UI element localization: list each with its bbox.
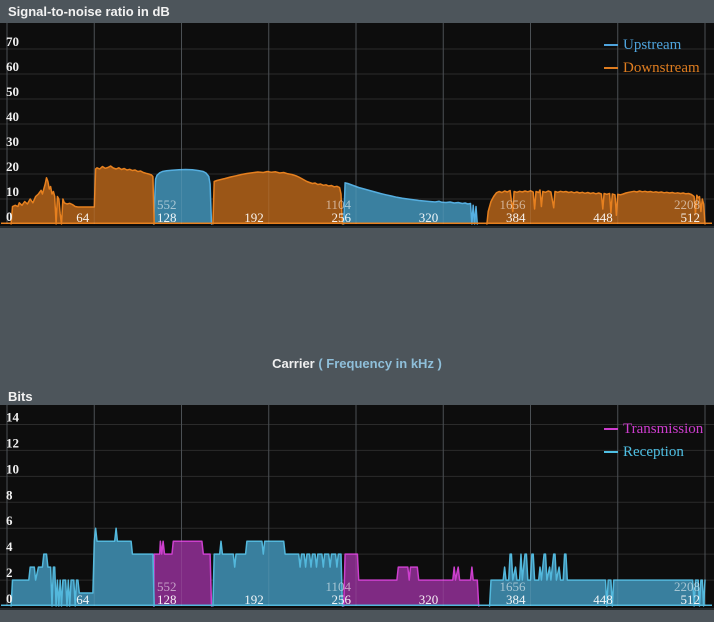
svg-text:8: 8: [6, 487, 13, 502]
svg-text:512: 512: [681, 592, 701, 607]
svg-text:320: 320: [419, 592, 439, 607]
svg-text:448: 448: [593, 592, 613, 607]
svg-text:70: 70: [6, 34, 19, 49]
svg-text:14: 14: [6, 409, 20, 424]
svg-text:20: 20: [6, 159, 19, 174]
caption-frequency-units: ( Frequency in kHz ): [318, 356, 442, 371]
svg-text:320: 320: [419, 210, 439, 225]
dsl-spectrum-page: Signal-to-noise ratio in dB 64 552 128 192 1…: [0, 0, 714, 622]
bits-chart-title: Bits: [8, 389, 33, 404]
legend-dash-transmission: [604, 428, 618, 430]
svg-text:2: 2: [6, 565, 13, 580]
snr-chart-title: Signal-to-noise ratio in dB: [8, 4, 170, 19]
legend-item-downstream: Downstream: [604, 59, 700, 77]
svg-text:128: 128: [157, 210, 177, 225]
svg-text:384: 384: [506, 210, 526, 225]
svg-text:64: 64: [76, 210, 90, 225]
svg-text:256: 256: [332, 592, 352, 607]
svg-text:512: 512: [681, 210, 701, 225]
legend-dash-upstream: [604, 44, 618, 46]
legend-label-downstream: Downstream: [623, 60, 700, 76]
legend-item-reception: Reception: [604, 443, 684, 461]
svg-text:384: 384: [506, 592, 526, 607]
svg-text:10: 10: [6, 461, 19, 476]
legend-dash-downstream: [604, 67, 618, 69]
legend-label-upstream: Upstream: [623, 37, 682, 53]
svg-text:256: 256: [332, 210, 352, 225]
svg-text:40: 40: [6, 109, 19, 124]
svg-text:10: 10: [6, 184, 19, 199]
svg-text:12: 12: [6, 435, 19, 450]
svg-text:60: 60: [6, 59, 19, 74]
legend-label-transmission: Transmission: [623, 421, 704, 437]
svg-text:192: 192: [244, 592, 264, 607]
svg-text:30: 30: [6, 134, 19, 149]
svg-text:0: 0: [6, 591, 13, 606]
legend-item-upstream: Upstream: [604, 36, 681, 54]
svg-text:0: 0: [6, 209, 13, 224]
svg-text:192: 192: [244, 210, 264, 225]
svg-text:4: 4: [6, 539, 13, 554]
svg-text:128: 128: [157, 592, 177, 607]
svg-text:6: 6: [6, 513, 13, 528]
bits-chart-plot: 64 552 128 192 1104 256 320 1656 384 448 2208 512 0 2…: [0, 405, 714, 610]
caption-carrier-label: Carrier: [272, 356, 315, 371]
legend-label-reception: Reception: [623, 444, 684, 460]
snr-chart-plot: 64 552 128 192 1104 256 320 1656 384 448 2208 512 0 1…: [0, 23, 714, 228]
svg-text:50: 50: [6, 84, 19, 99]
x-axis-caption: Carrier ( Frequency in kHz ): [0, 356, 714, 371]
legend-dash-reception: [604, 451, 618, 453]
svg-text:448: 448: [593, 210, 613, 225]
legend-item-transmission: Transmission: [604, 420, 703, 438]
svg-text:64: 64: [76, 592, 90, 607]
